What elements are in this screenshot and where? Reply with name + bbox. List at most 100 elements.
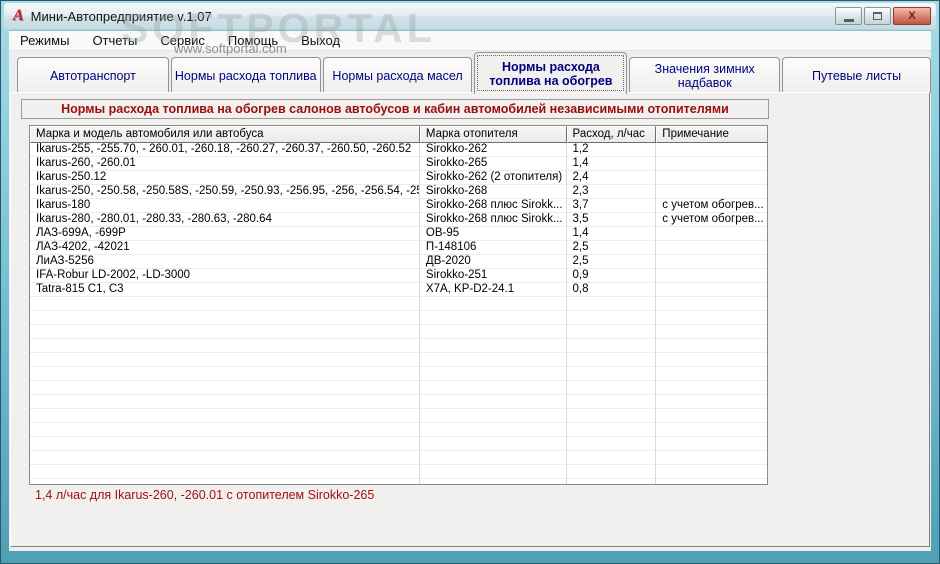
- grid-cell: [419, 437, 567, 451]
- minimize-button[interactable]: [835, 7, 862, 25]
- grid-cell: Ikarus-250, -250.58, -250.58S, -250.59, …: [30, 185, 420, 199]
- grid-body: Ikarus-255, -255.70, - 260.01, -260.18, …: [30, 143, 767, 484]
- window-title: Мини-Автопредприятие v.1.07: [30, 8, 212, 24]
- empty-row: [30, 409, 767, 423]
- table-row[interactable]: Ikarus-250, -250.58, -250.58S, -250.59, …: [30, 185, 767, 199]
- window-frame: A Мини-Автопредприятие v.1.07 X Режимы От…: [0, 0, 940, 564]
- grid-cell: [419, 367, 567, 381]
- column-header[interactable]: Марка отопителя: [419, 126, 567, 143]
- grid-cell: Ikarus-180: [30, 199, 420, 213]
- grid-cell: [566, 297, 657, 311]
- tab-label: Нормы расхода масел: [332, 68, 463, 83]
- grid-cell: [656, 395, 767, 409]
- grid-cell: Sirokko-268: [419, 185, 567, 199]
- grid-cell: [419, 451, 567, 465]
- table-row[interactable]: ЛАЗ-4202, -42021 П-148106 2,5: [30, 241, 767, 255]
- menu-item-modes[interactable]: Режимы: [16, 32, 73, 49]
- table-row[interactable]: Tatra-815 C1, C3 X7A, KP-D2-24.1 0,8: [30, 283, 767, 297]
- menu-item-help[interactable]: Помощь: [224, 32, 282, 49]
- grid-cell: [419, 423, 567, 437]
- grid-cell: [656, 311, 767, 325]
- grid-cell: [566, 409, 657, 423]
- app-icon: A: [13, 7, 24, 24]
- grid-cell: X7A, KP-D2-24.1: [419, 283, 567, 297]
- empty-row: [30, 311, 767, 325]
- grid-cell: [30, 479, 420, 484]
- table-row[interactable]: Ikarus-180 Sirokko-268 плюс Sirokk... 3,7 с…: [30, 199, 767, 213]
- grid-cell: [566, 311, 657, 325]
- grid-cell: Ikarus-280, -280.01, -280.33, -280.63, -…: [30, 213, 420, 227]
- table-row[interactable]: ЛиАЗ-5256 ДВ-2020 2,5: [30, 255, 767, 269]
- grid-cell: 3,5: [566, 213, 657, 227]
- grid-cell: Sirokko-265: [419, 157, 567, 171]
- column-header[interactable]: Марка и модель автомобиля или автобуса: [30, 126, 420, 143]
- tab-heating-fuel-norms[interactable]: Нормы расхода топлива на обогрев: [474, 52, 628, 94]
- table-row[interactable]: Ikarus-260, -260.01 Sirokko-265 1,4: [30, 157, 767, 171]
- tab-oil-norms[interactable]: Нормы расхода масел: [322, 57, 473, 93]
- grid-cell: [656, 367, 767, 381]
- grid-cell: ЛиАЗ-5256: [30, 255, 420, 269]
- data-grid[interactable]: Марка и модель автомобиля или автобуса Ма…: [29, 125, 768, 485]
- grid-cell: [30, 339, 420, 353]
- tab-label: Нормы расхода топлива на обогрев: [489, 59, 613, 88]
- grid-cell: [419, 339, 567, 353]
- grid-cell: [30, 353, 420, 367]
- grid-cell: [566, 465, 657, 479]
- empty-row: [30, 465, 767, 479]
- grid-cell: 0,8: [566, 283, 657, 297]
- table-row[interactable]: Ikarus-250.12 Sirokko-262 (2 отопителя) 2,…: [30, 171, 767, 185]
- minimize-icon: [843, 18, 854, 22]
- tab-autotransport[interactable]: Автотранспорт: [17, 57, 169, 93]
- grid-cell: [656, 353, 767, 367]
- table-row[interactable]: Ikarus-255, -255.70, - 260.01, -260.18, …: [30, 143, 767, 157]
- grid-cell: [419, 409, 567, 423]
- column-header[interactable]: Примечание: [656, 126, 767, 143]
- grid-cell: [420, 479, 567, 484]
- tab-label: Автотранспорт: [49, 68, 136, 83]
- grid-cell: [656, 241, 767, 255]
- tab-waybills[interactable]: Путевые листы: [782, 57, 931, 93]
- grid-cell: [566, 423, 657, 437]
- menu-item-exit[interactable]: Выход: [297, 32, 344, 49]
- tab-page: Нормы расхода топлива на обогрев салонов…: [10, 92, 930, 547]
- empty-row: [30, 479, 767, 484]
- grid-cell: 1,2: [566, 143, 657, 157]
- grid-cell: [656, 143, 767, 157]
- table-row[interactable]: IFA-Robur LD-2002, -LD-3000 Sirokko-251 0,…: [30, 269, 767, 283]
- tab-label: Значения зимних надбавок: [654, 61, 755, 90]
- grid-cell: IFA-Robur LD-2002, -LD-3000: [30, 269, 420, 283]
- tab-winter-allowances[interactable]: Значения зимних надбавок: [629, 57, 781, 93]
- grid-cell: [30, 409, 420, 423]
- grid-cell: с учетом обогрев...: [656, 213, 767, 227]
- grid-cell: [656, 297, 767, 311]
- grid-cell: [566, 353, 657, 367]
- grid-cell: П-148106: [419, 241, 567, 255]
- grid-cell: [30, 311, 420, 325]
- grid-cell: [656, 157, 767, 171]
- tab-fuel-norms[interactable]: Нормы расхода топлива: [170, 57, 321, 93]
- grid-cell: 2,5: [566, 255, 657, 269]
- menu-bar: Режимы Отчеты Сервис Помощь Выход: [9, 31, 931, 51]
- titlebar[interactable]: A Мини-Автопредприятие v.1.07 X: [4, 3, 936, 29]
- table-row[interactable]: Ikarus-280, -280.01, -280.33, -280.63, -…: [30, 213, 767, 227]
- menu-item-service[interactable]: Сервис: [156, 32, 209, 49]
- tab-label: Нормы расхода топлива: [174, 68, 317, 83]
- maximize-button[interactable]: [864, 7, 891, 25]
- grid-cell: [656, 381, 767, 395]
- grid-cell: Ikarus-260, -260.01: [30, 157, 420, 171]
- maximize-icon: [873, 12, 882, 20]
- grid-cell: [656, 283, 767, 297]
- grid-cell: [30, 451, 420, 465]
- grid-header-row: Марка и модель автомобиля или автобуса Ма…: [30, 126, 767, 143]
- tab-strip: Автотранспорт Нормы расхода топлива Нормы …: [9, 51, 931, 94]
- table-row[interactable]: ЛАЗ-699А, -699Р ОВ-95 1,4: [30, 227, 767, 241]
- grid-cell: [30, 297, 420, 311]
- grid-cell: [656, 255, 767, 269]
- grid-cell: [419, 395, 567, 409]
- column-header[interactable]: Расход, л/час: [566, 126, 657, 143]
- grid-cell: 2,3: [566, 185, 657, 199]
- close-button[interactable]: X: [893, 7, 931, 25]
- grid-cell: [419, 325, 567, 339]
- menu-item-reports[interactable]: Отчеты: [88, 32, 141, 49]
- grid-cell: ЛАЗ-4202, -42021: [30, 241, 420, 255]
